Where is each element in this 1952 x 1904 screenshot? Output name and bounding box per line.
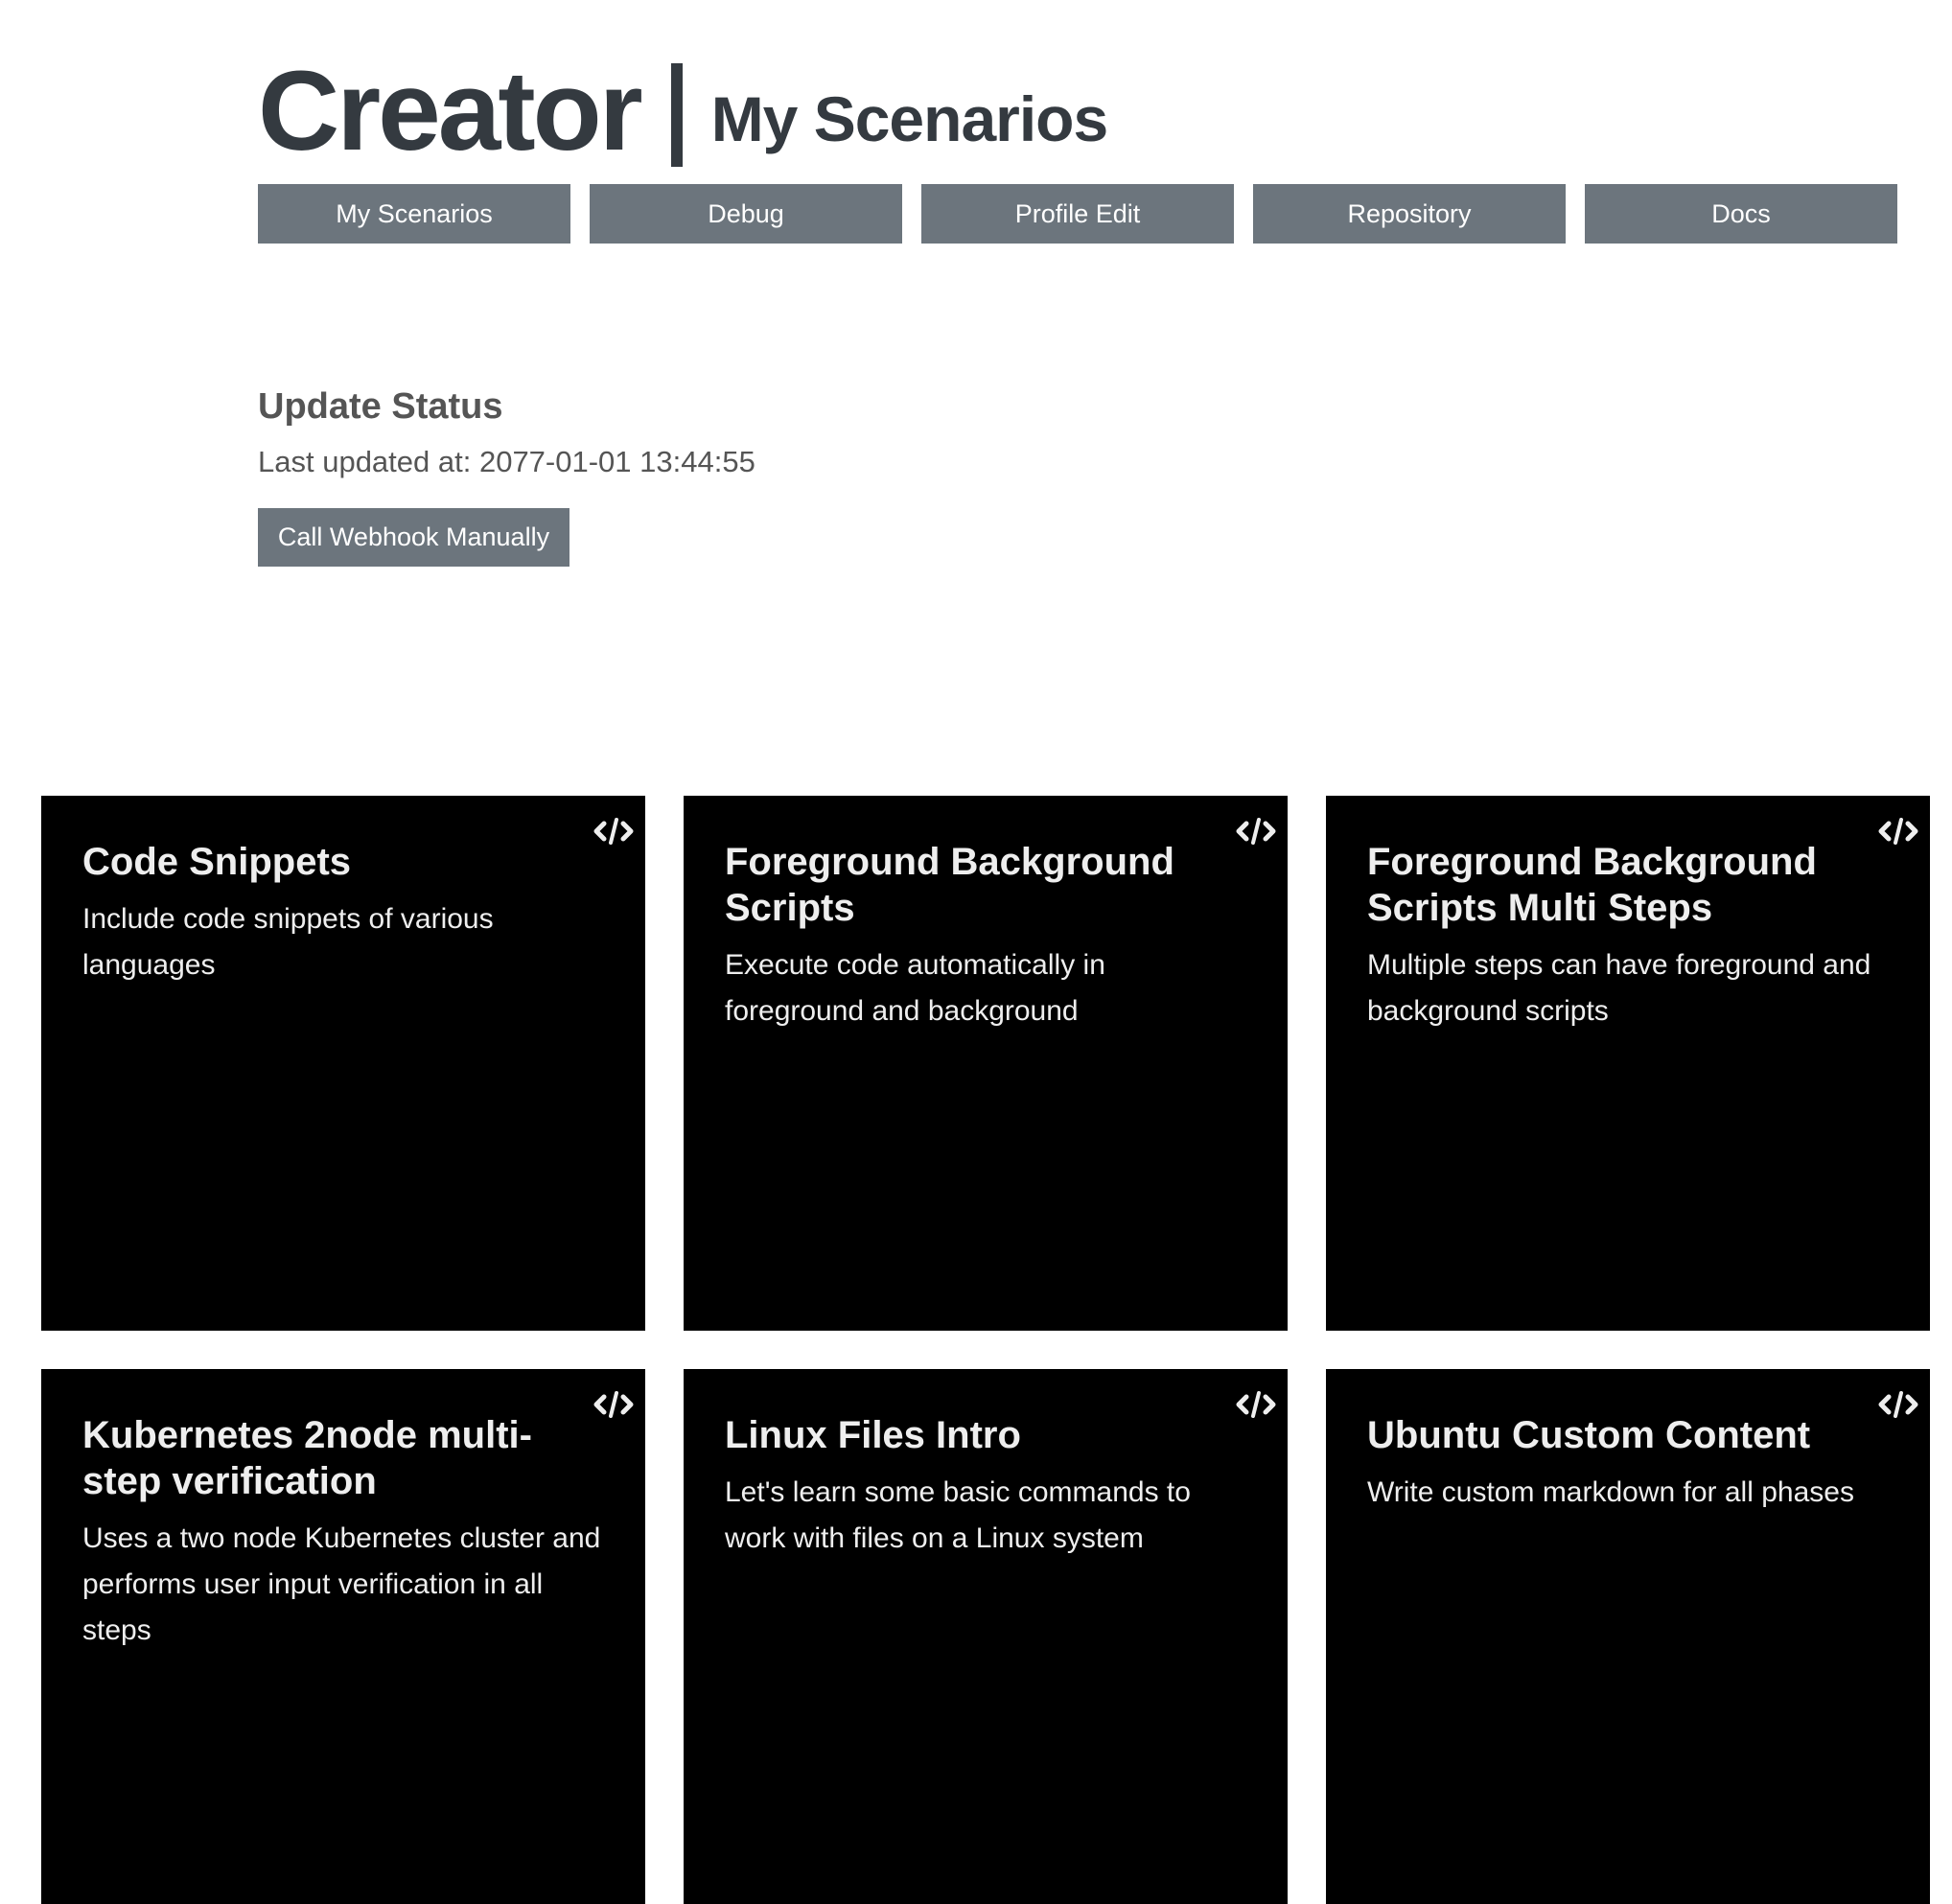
- last-updated-text: Last updated at: 2077-01-01 13:44:55: [258, 445, 755, 478]
- code-icon[interactable]: [1878, 817, 1918, 846]
- scenario-description: Let's learn some basic commands to work …: [725, 1476, 1191, 1554]
- scenario-description: Execute code automatically in foreground…: [725, 949, 1105, 1027]
- scenario-title: Foreground Background Scripts: [725, 841, 1174, 929]
- scenario-card[interactable]: Ubuntu Custom Content Write custom markd…: [1326, 1369, 1930, 1904]
- scenario-grid: Code Snippets Include code snippets of v…: [41, 796, 1930, 1904]
- scenario-card[interactable]: Code Snippets Include code snippets of v…: [41, 796, 645, 1331]
- scenario-title: Foreground Background Scripts Multi Step…: [1367, 841, 1817, 929]
- code-icon[interactable]: [1878, 1390, 1918, 1419]
- call-webhook-button[interactable]: Call Webhook Manually: [258, 508, 569, 567]
- title-separator: [670, 63, 683, 167]
- scenario-title: Linux Files Intro: [725, 1414, 1021, 1456]
- nav-repository-button[interactable]: Repository: [1253, 184, 1566, 244]
- main-nav: My Scenarios Debug Profile Edit Reposito…: [258, 184, 1897, 244]
- code-icon[interactable]: [1236, 817, 1276, 846]
- scenario-description: Multiple steps can have foreground and b…: [1367, 949, 1871, 1027]
- code-icon[interactable]: [1236, 1390, 1276, 1419]
- code-icon[interactable]: [593, 817, 634, 846]
- nav-profile-edit-button[interactable]: Profile Edit: [921, 184, 1234, 244]
- page-title: My Scenarios: [710, 83, 1109, 154]
- nav-my-scenarios-button[interactable]: My Scenarios: [258, 184, 570, 244]
- page-header: Creator My Scenarios: [258, 48, 1109, 174]
- scenario-title: Code Snippets: [82, 841, 352, 883]
- scenario-title: Ubuntu Custom Content: [1367, 1414, 1811, 1456]
- scenario-card[interactable]: Foreground Background Scripts Multi Step…: [1326, 796, 1930, 1331]
- scenario-description: Uses a two node Kubernetes cluster and p…: [82, 1522, 601, 1646]
- scenario-card[interactable]: Linux Files Intro Let's learn some basic…: [684, 1369, 1288, 1904]
- brand-title: Creator: [258, 48, 643, 174]
- scenario-description: Write custom markdown for all phases: [1367, 1476, 1854, 1508]
- code-icon[interactable]: [593, 1390, 634, 1419]
- scenario-description: Include code snippets of various languag…: [82, 903, 494, 981]
- scenario-title: Kubernetes 2node multi-step verification: [82, 1414, 532, 1502]
- scenario-card[interactable]: Foreground Background Scripts Execute co…: [684, 796, 1288, 1331]
- scenario-card[interactable]: Kubernetes 2node multi-step verification…: [41, 1369, 645, 1904]
- nav-debug-button[interactable]: Debug: [590, 184, 902, 244]
- nav-docs-button[interactable]: Docs: [1585, 184, 1897, 244]
- update-status-section: Update Status Last updated at: 2077-01-0…: [258, 383, 755, 567]
- update-status-heading: Update Status: [258, 386, 503, 427]
